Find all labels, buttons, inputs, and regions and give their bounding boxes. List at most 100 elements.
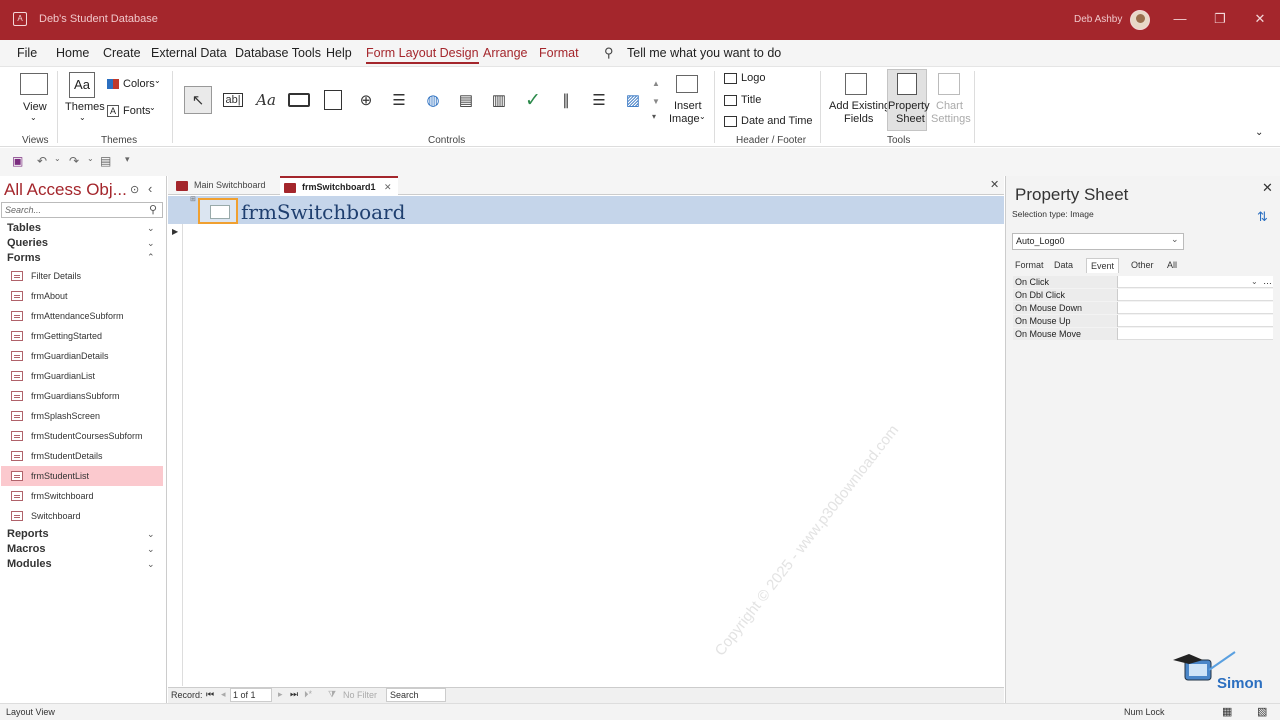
add-existing-fields-button-line2[interactable]: Fields xyxy=(844,113,873,125)
property-row-on-mouse-up[interactable]: On Mouse Up xyxy=(1013,315,1273,327)
layout-move-handle-icon[interactable]: ⊞ xyxy=(190,195,196,203)
menu-form-layout-design[interactable]: Form Layout Design xyxy=(366,46,479,64)
no-filter-label[interactable]: No Filter xyxy=(343,690,377,700)
property-sheet-label-line2[interactable]: Sheet xyxy=(896,113,925,125)
chevron-down-icon[interactable]: ⌄ xyxy=(147,238,155,249)
nav-group-forms[interactable]: Forms xyxy=(7,252,41,264)
chevron-down-icon[interactable]: ⌄ xyxy=(54,154,61,163)
menu-database-tools[interactable]: Database Tools xyxy=(235,46,321,60)
nav-group-queries[interactable]: Queries xyxy=(7,237,48,249)
first-record-icon[interactable]: ⏮ xyxy=(206,689,214,700)
nav-item-filter-details[interactable]: Filter Details xyxy=(1,266,163,286)
nav-item-switchboard[interactable]: Switchboard xyxy=(1,506,163,526)
nav-group-macros[interactable]: Macros xyxy=(7,543,46,555)
nav-item-frmgettingstarted[interactable]: frmGettingStarted xyxy=(1,326,163,346)
save-icon[interactable]: ▣ xyxy=(12,154,23,168)
chevron-down-icon[interactable]: ⌄ xyxy=(87,154,94,163)
tab-control-icon[interactable] xyxy=(319,86,347,114)
form-view-icon[interactable]: ▤ xyxy=(100,154,111,168)
nav-title[interactable]: All Access Obj... xyxy=(4,180,127,200)
last-record-icon[interactable]: ⏭ xyxy=(290,689,298,700)
nav-item-frmabout[interactable]: frmAbout xyxy=(1,286,163,306)
image-control-icon[interactable]: ▨ xyxy=(619,86,647,114)
chevron-down-icon[interactable]: ⌄ xyxy=(147,544,155,555)
form-title[interactable]: frmSwitchboard xyxy=(241,200,405,224)
minimize-icon[interactable]: — xyxy=(1170,11,1190,26)
chevron-down-icon[interactable]: ⌄ xyxy=(1171,234,1179,245)
attachment-control-icon[interactable]: ∥ xyxy=(552,86,580,114)
fonts-icon[interactable]: A xyxy=(107,105,119,117)
logo-button[interactable]: Logo xyxy=(741,72,765,84)
property-sheet-label[interactable]: Property xyxy=(888,100,930,112)
search-icon[interactable]: ⚲ xyxy=(149,203,157,216)
nav-item-frmstudentlist[interactable]: frmStudentList xyxy=(1,466,163,486)
customize-toolbar-icon[interactable]: ▾ xyxy=(125,154,130,165)
form-view-icon[interactable]: ▦ xyxy=(1222,705,1232,718)
insert-image-button-line2[interactable]: Image xyxy=(669,113,700,125)
insert-image-icon[interactable] xyxy=(676,75,698,93)
select-pointer-icon[interactable]: ↖ xyxy=(184,86,212,114)
ps-tab-format[interactable]: Format xyxy=(1011,258,1048,273)
chevron-down-icon[interactable]: ⌄ xyxy=(149,103,156,112)
previous-record-icon[interactable]: ◂ xyxy=(221,689,226,700)
object-select[interactable]: Auto_Logo0 xyxy=(1012,233,1184,250)
property-sheet-icon[interactable] xyxy=(897,73,917,95)
nav-group-modules[interactable]: Modules xyxy=(7,558,52,570)
menu-arrange[interactable]: Arrange xyxy=(483,46,527,60)
tab-main-switchboard[interactable]: Main Switchboard xyxy=(172,176,278,195)
property-row-on-dbl-click[interactable]: On Dbl Click xyxy=(1013,289,1273,301)
avatar[interactable] xyxy=(1130,10,1150,30)
menu-external-data[interactable]: External Data xyxy=(151,46,227,60)
menu-create[interactable]: Create xyxy=(103,46,141,60)
builder-button[interactable]: … xyxy=(1263,275,1272,287)
nav-item-frmstudentdetails[interactable]: frmStudentDetails xyxy=(1,446,163,466)
chevron-down-icon[interactable]: ⌄ xyxy=(30,113,37,122)
title-button[interactable]: Title xyxy=(741,94,761,106)
colors-icon[interactable] xyxy=(107,79,119,89)
search-input[interactable]: Search... xyxy=(1,202,163,218)
filter-icon[interactable]: ⧩ xyxy=(328,689,336,700)
nav-item-frmattendancesubform[interactable]: frmAttendanceSubform xyxy=(1,306,163,326)
record-selector[interactable]: ▶ xyxy=(168,224,183,686)
new-record-icon[interactable]: ⏵* xyxy=(304,689,312,700)
chevron-down-icon[interactable]: ⌄ xyxy=(147,529,155,540)
menu-file[interactable]: File xyxy=(17,46,37,60)
combo-box-control-icon[interactable]: ☰ xyxy=(585,86,613,114)
logo-icon[interactable] xyxy=(724,73,737,84)
date-time-icon[interactable] xyxy=(724,116,737,127)
date-time-button[interactable]: Date and Time xyxy=(741,115,813,127)
navigation-control-icon-2[interactable]: ▤ xyxy=(452,86,480,114)
user-name[interactable]: Deb Ashby xyxy=(1074,14,1122,25)
close-icon[interactable]: ✕ xyxy=(1262,180,1273,196)
chevron-down-icon[interactable]: ⌄ xyxy=(147,559,155,570)
redo-icon[interactable]: ↷ xyxy=(69,154,79,168)
property-row-on-mouse-move[interactable]: On Mouse Move xyxy=(1013,328,1273,340)
close-icon[interactable]: ✕ xyxy=(1250,11,1270,27)
nav-item-frmsplashscreen[interactable]: frmSplashScreen xyxy=(1,406,163,426)
add-existing-fields-button[interactable]: Add Existing xyxy=(829,100,890,112)
ps-tab-event[interactable]: Event xyxy=(1086,258,1120,273)
nav-item-frmswitchboard[interactable]: frmSwitchboard xyxy=(1,486,163,506)
colors-button[interactable]: Colors xyxy=(123,78,155,90)
tell-me-input[interactable]: Tell me what you want to do xyxy=(627,46,781,60)
menu-home[interactable]: Home xyxy=(56,46,89,60)
sort-icon[interactable]: ⇅ xyxy=(1257,209,1268,225)
form-logo-image[interactable] xyxy=(198,198,238,224)
fonts-button[interactable]: Fonts xyxy=(123,105,151,117)
nav-menu-icon[interactable]: ⊙ xyxy=(130,183,139,196)
hyperlink-control-icon[interactable]: ⊕ xyxy=(352,86,380,114)
ps-tab-data[interactable]: Data xyxy=(1050,258,1077,273)
option-group-icon[interactable]: ▥ xyxy=(485,86,513,114)
textbox-control-icon[interactable]: ab| xyxy=(219,86,247,114)
record-search-input[interactable]: Search xyxy=(386,688,446,702)
chevron-down-icon[interactable]: ⌄ xyxy=(147,223,155,234)
add-existing-fields-icon[interactable] xyxy=(845,73,867,95)
next-record-icon[interactable]: ▸ xyxy=(278,689,283,700)
themes-button[interactable]: Themes xyxy=(65,101,105,113)
scroll-down-icon[interactable]: ▼ xyxy=(652,97,660,106)
nav-item-frmguardianlist[interactable]: frmGuardianList xyxy=(1,366,163,386)
nav-item-frmguardianssubform[interactable]: frmGuardiansSubform xyxy=(1,386,163,406)
design-view-icon[interactable]: ▧ xyxy=(1257,705,1267,718)
nav-item-frmguardiandetails[interactable]: frmGuardianDetails xyxy=(1,346,163,366)
tab-frmswitchboard1[interactable]: frmSwitchboard1 ✕ xyxy=(280,176,398,195)
